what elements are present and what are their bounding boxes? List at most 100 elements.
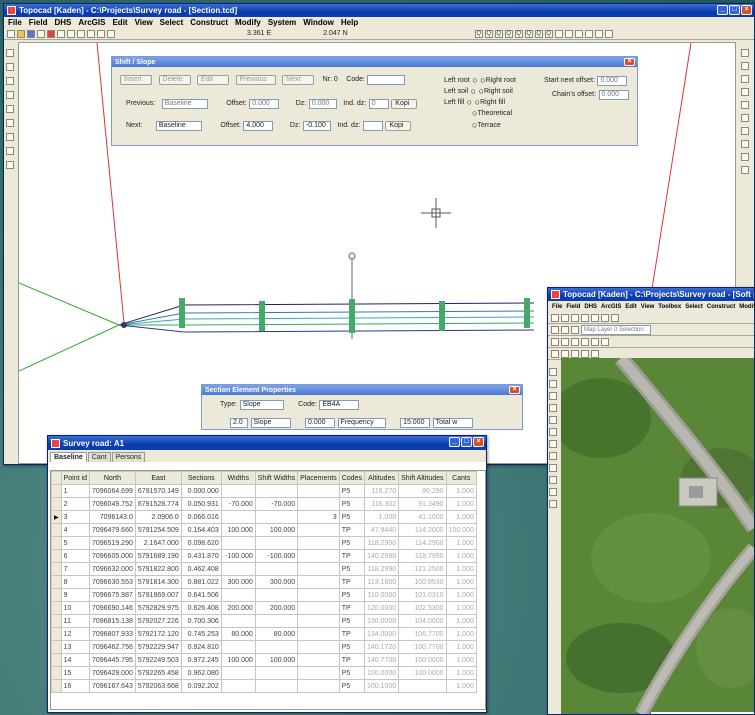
table-cell[interactable]: 118.2900 (363, 536, 400, 550)
row-selector[interactable]: ▶ (51, 510, 62, 524)
table-row[interactable]: 14 7096445.795 5792249.503 0.972.245 100.000… (51, 653, 477, 667)
table-cell[interactable] (297, 549, 340, 563)
zoom-prev-icon[interactable]: Q (524, 29, 533, 38)
slope-unit-select[interactable]: Slope (250, 417, 291, 428)
save-icon[interactable] (27, 29, 35, 38)
tool-icon-6[interactable] (6, 119, 14, 127)
table-cell[interactable]: 102.5300 (398, 601, 447, 615)
table-cell[interactable] (297, 575, 340, 589)
table-cell[interactable] (297, 523, 340, 537)
table-cell[interactable]: 5791822.800 (134, 562, 182, 576)
table-cell[interactable]: 47.9440 (363, 523, 400, 537)
table-cell[interactable] (220, 679, 256, 693)
table-cell[interactable] (254, 640, 299, 654)
table-cell[interactable]: 2.0906.0 (134, 510, 182, 524)
table-row[interactable]: 16 7096167.643 5792063.668 0.092.202 P5 100.1… (51, 679, 477, 693)
tool-icon-5[interactable] (6, 105, 14, 113)
offset2-input[interactable]: 4.000 (243, 120, 274, 131)
menu-modify[interactable]: Modify (235, 18, 261, 27)
table-cell[interactable]: 5792829.975 (134, 601, 182, 615)
table-cell[interactable]: 7096462.756 (88, 640, 136, 654)
table-cell[interactable]: TP (338, 653, 365, 667)
table-cell[interactable]: 6791528.774 (134, 497, 182, 511)
table-maximize-icon[interactable]: □ (461, 437, 472, 447)
table-row[interactable]: 2 7096049.752 6791528.774 0.050.931 -70.000-… (51, 497, 477, 511)
table-row[interactable]: 8 7096630.553 5791814.300 0.881.022 300.000 3… (51, 575, 477, 589)
table-cell[interactable]: 7096605.000 (88, 549, 136, 563)
row-selector[interactable] (51, 562, 62, 576)
menu-view[interactable]: View (135, 18, 153, 27)
table-cell[interactable]: 15 (60, 666, 90, 680)
code-select[interactable] (367, 74, 406, 85)
table-row[interactable]: 10 7096690.146 5792829.975 0.626.408 200.000… (51, 601, 477, 615)
table-cell[interactable]: 0.924.810 (180, 640, 222, 654)
tool-icon-1[interactable] (6, 49, 14, 57)
left-fill-radio[interactable]: Left fill (444, 99, 464, 106)
table-cell[interactable]: 300.000 (220, 575, 256, 589)
table-cell[interactable] (220, 614, 256, 628)
table-cell[interactable] (220, 588, 256, 602)
table-cell[interactable]: -100.000 (220, 549, 256, 563)
map-side-icon-9[interactable] (549, 464, 557, 472)
table-cell[interactable]: 1.000 (445, 497, 477, 511)
table-cell[interactable]: 1.000 (445, 575, 477, 589)
map-tool-i[interactable] (571, 349, 579, 358)
table-cell[interactable] (398, 679, 447, 693)
table-cell[interactable]: 100.8530 (398, 575, 447, 589)
ind-dz-input[interactable]: 0 (368, 98, 389, 109)
table-cell[interactable]: 101.0310 (398, 588, 447, 602)
table-cell[interactable]: 10 (60, 601, 90, 615)
draw-text-icon[interactable] (741, 114, 749, 122)
table-cell[interactable]: 300.000 (254, 575, 299, 589)
table-cell[interactable] (254, 510, 299, 524)
table-cell[interactable]: 1.000 (445, 601, 477, 615)
tools-icon[interactable] (604, 29, 613, 38)
table-cell[interactable]: 7096807.933 (88, 627, 136, 641)
table-cell[interactable]: 5791254.509 (134, 523, 182, 537)
map-grid-icon[interactable] (561, 325, 569, 334)
table-cell[interactable] (297, 484, 340, 498)
table-cell[interactable]: 6791570.149 (134, 484, 182, 498)
table-cell[interactable] (220, 510, 256, 524)
table-cell[interactable]: 5 (60, 536, 90, 550)
dz-input[interactable]: 0.000 (308, 98, 337, 109)
table-cell[interactable]: -70.000 (220, 497, 256, 511)
map-tool-k[interactable] (591, 349, 599, 358)
tool-icon-2[interactable] (6, 63, 14, 71)
row-selector[interactable] (51, 588, 62, 602)
map-tool-j[interactable] (581, 349, 589, 358)
copy-icon[interactable] (57, 29, 65, 38)
table-cell[interactable]: 7096690.146 (88, 601, 136, 615)
menu-system[interactable]: System (268, 18, 296, 27)
draw-hatch-icon[interactable] (741, 140, 749, 148)
table-cell[interactable]: 6 (60, 549, 90, 563)
delete-button[interactable]: Delete (158, 74, 191, 85)
table-cell[interactable]: 80.000 (220, 627, 256, 641)
map-menu-field[interactable]: Field (566, 304, 580, 310)
table-cell[interactable]: 0.164.403 (180, 523, 222, 537)
settings-icon[interactable] (594, 29, 603, 38)
table-cell[interactable]: 1.000 (445, 549, 477, 563)
column-header[interactable]: Shift Widths (254, 471, 299, 485)
arrow-icon[interactable] (584, 29, 593, 38)
ind-dz2-input[interactable] (362, 120, 383, 131)
table-row[interactable]: 11 7096815.138 5792027.226 0.700.306 P5 130.0… (51, 614, 477, 628)
table-cell[interactable]: 7096675.987 (88, 588, 136, 602)
map-cut-icon[interactable] (591, 313, 599, 322)
menu-select[interactable]: Select (160, 18, 184, 27)
map-side-icon-8[interactable] (549, 452, 557, 460)
map-menu-view[interactable]: View (641, 304, 655, 310)
table-cell[interactable]: 7096630.553 (88, 575, 136, 589)
table-cell[interactable]: 7096064.699 (88, 484, 136, 498)
table-cell[interactable]: 5792249.503 (134, 653, 182, 667)
table-cell[interactable] (220, 640, 256, 654)
table-cell[interactable]: 7096429.000 (88, 666, 136, 680)
table-titlebar[interactable]: Survey road: A1 _ □ × (48, 436, 486, 450)
table-cell[interactable]: TP (338, 601, 365, 615)
map-tool-c[interactable] (571, 337, 579, 346)
table-cell[interactable]: 9 (60, 588, 90, 602)
table-cell[interactable]: 114.2000 (398, 523, 447, 537)
map-tool-h[interactable] (561, 349, 569, 358)
cut-icon[interactable] (47, 29, 55, 38)
table-cell[interactable]: 118.7950 (398, 549, 447, 563)
